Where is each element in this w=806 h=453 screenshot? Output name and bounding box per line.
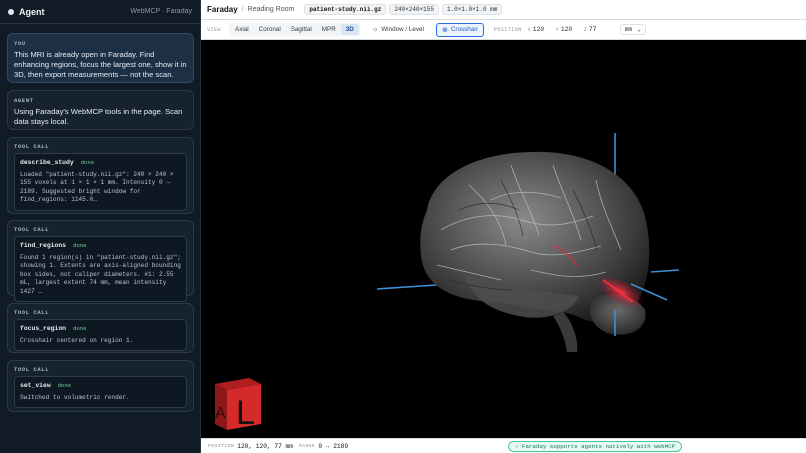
orientation-letter-side: A	[215, 405, 226, 422]
sun-icon: ☼	[371, 26, 379, 33]
webmcp-badge-text: Faraday supports agents natively with We…	[521, 443, 676, 450]
tab-mpr[interactable]: MPR	[317, 24, 341, 35]
crosshair-label: Crosshair	[450, 26, 478, 33]
x-label: X	[527, 26, 531, 33]
viewer-topbar: Faraday / Reading Room patient-study.nii…	[201, 0, 806, 20]
chevron-down-icon: ⌄	[637, 26, 641, 33]
crosshair-icon: ⊕	[441, 26, 448, 34]
agent-message-text: Using Faraday's WebMCP tools in the page…	[14, 107, 183, 127]
tool-call-body: describe_study done Loaded "patient-stud…	[14, 153, 187, 211]
view-tabs: Axial Coronal Sagittal MPR 3D	[229, 23, 360, 36]
tab-sagittal[interactable]: Sagittal	[286, 24, 317, 35]
status-range-label: RANGE	[298, 443, 316, 449]
status-range-value: 0 → 2189	[318, 442, 349, 450]
window-level-label: Window / Level	[381, 26, 424, 33]
position-label: POSITION	[493, 26, 522, 33]
tool-status: done	[73, 325, 87, 332]
crosshair-axis-horizontal	[650, 269, 680, 273]
units-value: mm	[624, 26, 633, 33]
orientation-cube[interactable]: L A	[215, 378, 261, 432]
tool-call-body: find_regions done Found 1 region(s) in "…	[14, 236, 187, 303]
view-label: VIEW	[207, 26, 222, 33]
breadcrumb-separator: /	[241, 6, 244, 13]
agent-panel: Agent WebMCP · Faraday YOU This MRI is a…	[0, 0, 201, 453]
units-select[interactable]: mm ⌄	[619, 24, 646, 35]
agent-meta: WebMCP · Faraday	[130, 8, 192, 15]
tab-coronal[interactable]: Coronal	[254, 24, 286, 35]
tool-name: describe_study	[20, 159, 74, 166]
tool-name: find_regions	[20, 242, 67, 249]
volume-render-canvas[interactable]: L A	[201, 40, 806, 438]
tool-name: focus_region	[20, 325, 67, 332]
tool-call-body: set_view done Switched to volumetric ren…	[14, 376, 187, 409]
agent-message-label: AGENT	[14, 97, 34, 104]
agent-header: Agent WebMCP · Faraday	[0, 0, 200, 24]
tool-output: Crosshair centered on region 1.	[20, 337, 134, 344]
file-name-chip: patient-study.nii.gz	[304, 4, 387, 15]
status-position-value: 120, 120, 77 mm	[237, 442, 293, 450]
viewer: Faraday / Reading Room patient-study.nii…	[201, 0, 806, 453]
tool-output: Switched to volumetric render.	[20, 394, 130, 401]
user-message-text: This MRI is already open in Faraday. Fin…	[14, 50, 187, 80]
tool-status: done	[80, 159, 95, 166]
brainstem	[553, 312, 578, 352]
tab-3d[interactable]: 3D	[340, 24, 359, 35]
position-inputs: POSITION X 120 Y 120 Z 77	[494, 26, 606, 33]
tool-name: set_view	[20, 382, 51, 389]
view-toolbar: VIEW Axial Coronal Sagittal MPR 3D ☼ Win…	[201, 20, 806, 40]
spacing-chip: 1.0×1.0×1.0 mm	[441, 4, 503, 15]
tool-call-card: TOOL CALL focus_region done Crosshair ce…	[7, 303, 194, 353]
tool-call-label: TOOL CALL	[14, 143, 50, 150]
breadcrumb-room[interactable]: Reading Room	[248, 6, 295, 13]
x-input[interactable]: 120	[533, 26, 550, 33]
tool-status: done	[57, 382, 72, 389]
user-message-card: YOU This MRI is already open in Faraday.…	[7, 33, 194, 83]
tool-call-body: focus_region done Crosshair centered on …	[14, 319, 187, 352]
agent-message-card: AGENT Using Faraday's WebMCP tools in th…	[7, 90, 194, 130]
tool-call-label: TOOL CALL	[14, 309, 50, 316]
z-label: Z	[583, 26, 587, 33]
tool-output: Found 1 region(s) in "patient-study.nii.…	[20, 254, 181, 295]
user-message-label: YOU	[14, 40, 26, 47]
tool-call-card: TOOL CALL describe_study done Loaded "pa…	[7, 137, 194, 214]
tool-call-label: TOOL CALL	[14, 226, 50, 233]
y-input[interactable]: 120	[561, 26, 578, 33]
tool-call-label: TOOL CALL	[14, 366, 50, 373]
webmcp-badge[interactable]: ✧ Faraday supports agents natively with …	[508, 441, 683, 452]
viewer-statusbar: POSITION 120, 120, 77 mm RANGE 0 → 2189 …	[201, 438, 806, 453]
tool-call-card: TOOL CALL find_regions done Found 1 regi…	[7, 220, 194, 303]
tab-axial[interactable]: Axial	[230, 24, 254, 35]
dimensions-chip: 240×240×155	[389, 4, 439, 15]
window-level-button[interactable]: ☼ Window / Level	[366, 23, 430, 36]
tool-call-card: TOOL CALL set_view done Switched to volu…	[7, 360, 194, 412]
volume-render: L A	[215, 133, 680, 432]
agent-title: Agent	[19, 6, 45, 17]
tool-status: done	[73, 242, 87, 249]
app-brand[interactable]: Faraday	[207, 5, 238, 14]
spark-icon: ✧	[515, 443, 522, 450]
z-input[interactable]: 77	[589, 26, 606, 33]
agent-status-dot	[8, 8, 14, 15]
crosshair-button[interactable]: ⊕ Crosshair	[435, 22, 484, 37]
orientation-letter-front: L	[236, 394, 255, 432]
status-position-label: POSITION	[208, 443, 235, 449]
tool-output: Loaded "patient-study.nii.gz": 240 × 240…	[20, 171, 174, 204]
y-label: Y	[555, 26, 559, 33]
